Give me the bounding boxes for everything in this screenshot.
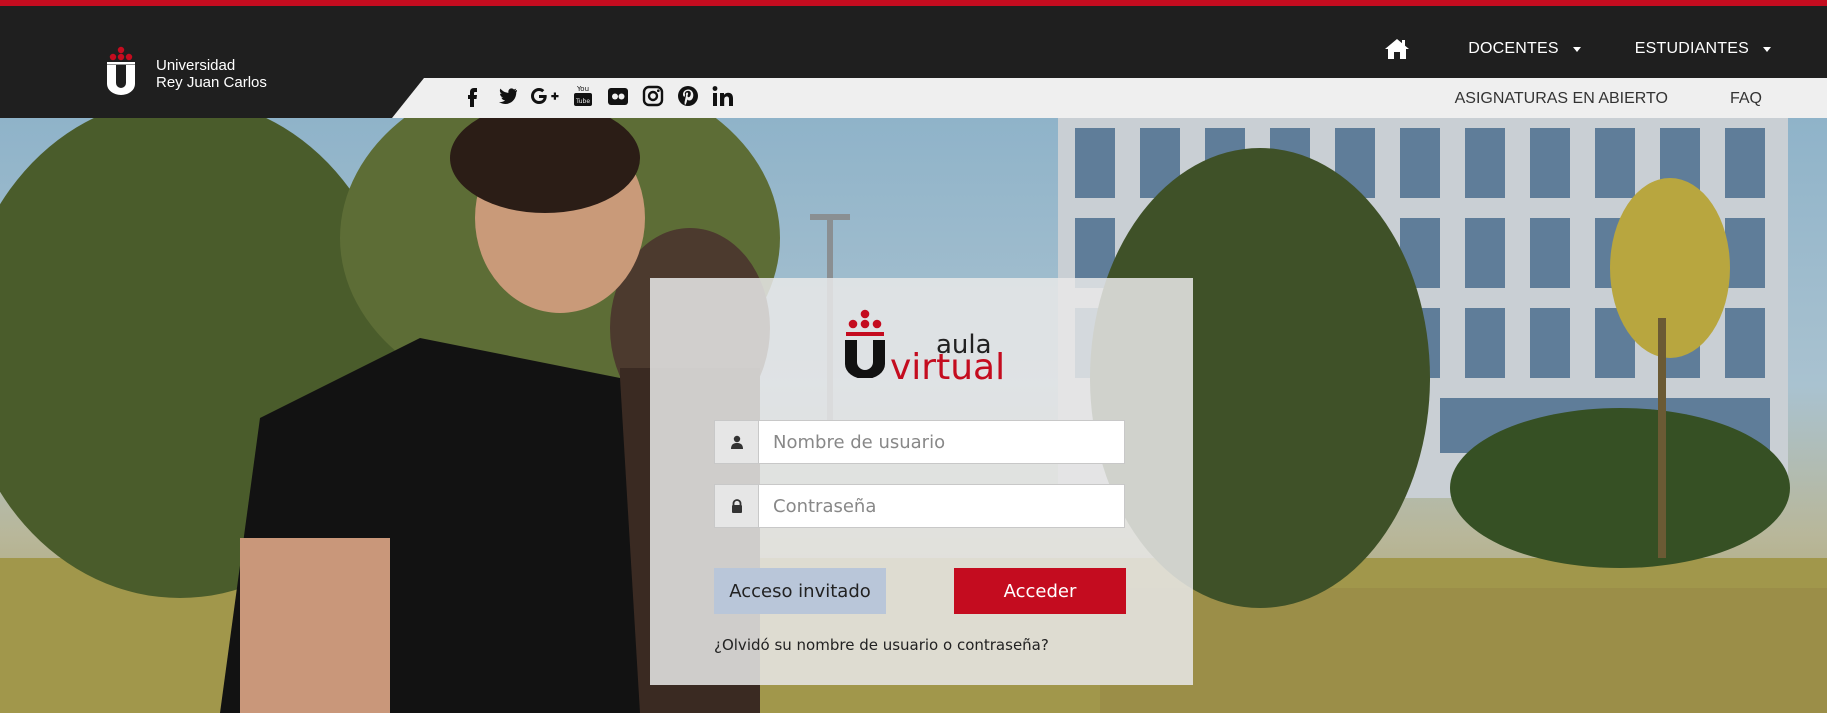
nav-estudiantes-label: ESTUDIANTES — [1634, 40, 1749, 57]
pinterest-icon[interactable] — [676, 84, 700, 108]
aula-virtual-logo-mark — [845, 309, 885, 378]
password-addon — [714, 484, 758, 528]
password-input[interactable] — [758, 484, 1125, 528]
username-field — [714, 420, 1125, 464]
u-letter-icon — [107, 65, 135, 95]
instagram-icon[interactable] — [641, 84, 665, 108]
university-name: Universidad Rey Juan Carlos — [156, 57, 267, 91]
username-input[interactable] — [758, 420, 1125, 464]
user-icon — [730, 435, 743, 449]
username-addon — [714, 420, 758, 464]
google-plus-icon[interactable] — [530, 84, 560, 108]
login-panel: aula virtual Acceso invitado Acceder ¿Ol… — [650, 278, 1193, 685]
university-name-line2: Rey Juan Carlos — [156, 74, 267, 91]
crown-dots-icon — [107, 46, 135, 65]
password-field — [714, 484, 1125, 528]
chevron-down-icon — [1763, 46, 1771, 52]
urjc-logo-mark — [104, 45, 138, 97]
home-icon[interactable] — [1384, 38, 1410, 60]
university-name-line1: Universidad — [156, 57, 236, 74]
linkedin-icon[interactable] — [711, 84, 735, 108]
svg-text:You: You — [576, 85, 589, 93]
lock-icon — [731, 499, 742, 513]
secondary-bar: You Tube ASIGNATURAS EN ABIERTO FAQ — [392, 78, 1827, 118]
nav-docentes[interactable]: DOCENTES — [1468, 40, 1581, 58]
facebook-icon[interactable] — [460, 84, 484, 108]
chevron-down-icon — [1572, 46, 1581, 52]
forgot-credentials-link[interactable]: ¿Olvidó su nombre de usuario o contraseñ… — [714, 636, 1049, 654]
link-faq[interactable]: FAQ — [1730, 90, 1762, 108]
nav-estudiantes[interactable]: ESTUDIANTES — [1635, 40, 1771, 58]
social-links: You Tube — [460, 84, 735, 108]
youtube-icon[interactable]: You Tube — [571, 84, 595, 108]
guest-access-button[interactable]: Acceso invitado — [714, 568, 886, 614]
login-button[interactable]: Acceder — [954, 568, 1126, 614]
aula-virtual-logo: aula virtual — [840, 308, 1020, 386]
flickr-icon[interactable] — [606, 84, 630, 108]
secondary-links: ASIGNATURAS EN ABIERTO FAQ — [1455, 90, 1762, 108]
svg-text:Tube: Tube — [575, 98, 590, 105]
aula-virtual-word-virtual: virtual — [890, 347, 1006, 388]
twitter-icon[interactable] — [495, 84, 519, 108]
university-logo[interactable]: Universidad Rey Juan Carlos — [104, 36, 267, 106]
link-asignaturas-en-abierto[interactable]: ASIGNATURAS EN ABIERTO — [1455, 90, 1668, 108]
main-nav: DOCENTES ESTUDIANTES — [1384, 38, 1771, 60]
nav-docentes-label: DOCENTES — [1468, 40, 1559, 57]
